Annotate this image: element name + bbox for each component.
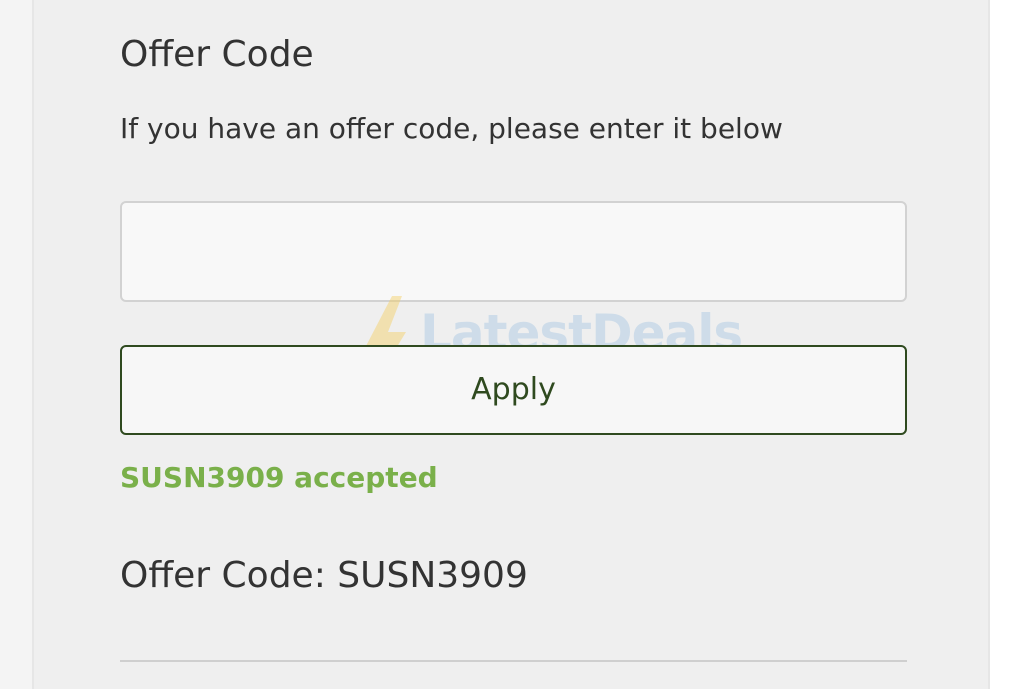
- offer-status-message: SUSN3909 accepted: [120, 461, 438, 494]
- offer-code-card: Offer Code If you have an offer code, pl…: [32, 0, 990, 689]
- page-left-gutter: [0, 0, 32, 689]
- offer-code-input[interactable]: [120, 201, 907, 302]
- offer-code-heading: Offer Code: [120, 34, 314, 75]
- section-divider: [120, 660, 907, 662]
- apply-button[interactable]: Apply: [120, 345, 907, 435]
- page: Offer Code If you have an offer code, pl…: [0, 0, 1024, 689]
- offer-code-instructions: If you have an offer code, please enter …: [120, 112, 783, 145]
- applied-offer-code: Offer Code: SUSN3909: [120, 555, 528, 596]
